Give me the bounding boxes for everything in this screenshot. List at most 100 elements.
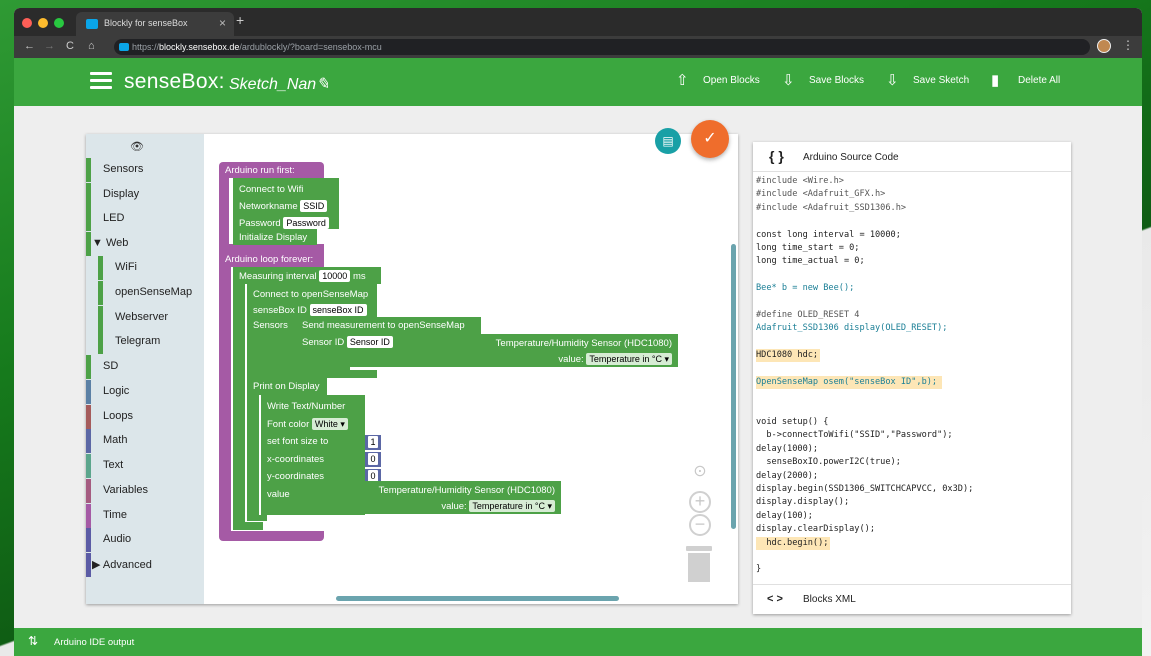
toolbox-category-loops[interactable]: Loops (86, 405, 204, 429)
font-color-dropdown[interactable]: White ▾ (311, 417, 348, 430)
toolbox-category-sd[interactable]: SD (86, 355, 204, 379)
close-window-dot[interactable] (22, 18, 32, 28)
open-blocks-label: Open Blocks (703, 75, 760, 86)
browser-menu-icon[interactable]: ⋮ (1122, 38, 1134, 52)
sensor-id-field[interactable]: Sensor ID (346, 336, 393, 348)
trash-can-icon[interactable] (686, 546, 712, 582)
block-label: Print on Display (253, 381, 320, 392)
code-line: HDC1080 hdc; (756, 349, 820, 363)
arduino-run-first-block[interactable]: Arduino run first: (219, 162, 324, 178)
interval-spine (233, 284, 245, 530)
block-label: Measuring interval (239, 271, 317, 282)
font-size-number-block[interactable]: 1 (365, 435, 381, 450)
toolbox-category-wifi[interactable]: WiFi (86, 256, 204, 280)
code-panel: { } Arduino Source Code #include <Wire.h… (753, 142, 1071, 614)
password-field[interactable]: Password (283, 217, 329, 229)
toolbox-category-led[interactable]: LED (86, 207, 204, 231)
code-panel-header[interactable]: { } Arduino Source Code (753, 142, 1071, 172)
save-sketch-label: Save Sketch (913, 75, 970, 86)
code-line: senseBoxIO.powerI2C(true); (756, 457, 901, 468)
initialize-display-block[interactable]: Initialize Display (233, 229, 317, 245)
toolbox-category-webserver[interactable]: Webserver (86, 306, 204, 330)
block-label: Temperature/Humidity Sensor (HDC1080) (495, 338, 672, 349)
write-text-block[interactable]: Write Text/Number Font color White ▾ set… (261, 395, 365, 515)
code-line: Adafruit_SSD1306 display(OLED_RESET); (756, 323, 948, 334)
connect-opensensemap-block[interactable]: Connect to openSenseMap senseBox ID sens… (247, 284, 377, 317)
toolbox-category-sensors[interactable]: Sensors (86, 158, 204, 182)
number-field[interactable]: 0 (368, 453, 378, 465)
measuring-interval-block[interactable]: Measuring interval 10000 ms (233, 267, 381, 284)
hide-toolbox-eye-icon[interactable]: 👁 (130, 140, 144, 153)
zoom-out-icon[interactable]: − (689, 514, 711, 536)
zoom-in-icon[interactable]: + (689, 491, 711, 513)
x-coordinate-number-block[interactable]: 0 (365, 452, 381, 467)
category-label: ▼ Web (92, 237, 129, 249)
code-line: #define OLED_RESET 4 (756, 309, 860, 320)
dropdown-value: White (314, 418, 338, 429)
profile-avatar[interactable] (1097, 39, 1111, 53)
blocks-xml-tab[interactable]: < > Blocks XML (753, 584, 1071, 614)
code-line: b->connectToWifi("SSID","Password"); (756, 430, 953, 441)
interval-bottom (233, 522, 263, 530)
browser-tab[interactable]: Blockly for senseBox × (76, 12, 234, 36)
category-label: LED (103, 212, 125, 224)
delete-all-button[interactable]: ▮ Delete All (991, 72, 1060, 89)
toolbox-category-audio[interactable]: Audio (86, 528, 204, 552)
category-label: Variables (103, 484, 149, 496)
hamburger-menu-icon[interactable] (90, 72, 112, 89)
toolbox-category-web[interactable]: ▼ Web (86, 232, 204, 256)
ide-output-bar[interactable]: ⇅ Arduino IDE output (14, 628, 1142, 656)
vertical-scrollbar[interactable] (731, 244, 736, 529)
toolbox-category-telegram[interactable]: Telegram (86, 330, 204, 354)
temperature-unit-dropdown-2[interactable]: Temperature in °C ▾ (469, 500, 555, 512)
ssid-field[interactable]: SSID (300, 200, 328, 212)
compile-button[interactable]: ✓ (691, 120, 729, 158)
temperature-sensor-block-2[interactable]: Temperature/Humidity Sensor (HDC1080) va… (365, 481, 561, 514)
interval-field[interactable]: 10000 (319, 270, 351, 282)
toolbox-category-math[interactable]: Math (86, 429, 204, 453)
reload-icon[interactable]: C (66, 40, 74, 52)
toolbox-category-time[interactable]: Time (86, 504, 204, 528)
open-blocks-button[interactable]: ⇧ Open Blocks (676, 72, 760, 89)
connect-wifi-block[interactable]: Connect to Wifi Networkname SSID Passwor… (233, 178, 339, 229)
block-label: value (267, 488, 290, 500)
close-tab-icon[interactable]: × (219, 16, 226, 30)
sketch-name-field[interactable]: Sketch_Nan✎ (229, 74, 330, 94)
minimize-window-dot[interactable] (38, 18, 48, 28)
send-measurement-block[interactable]: Send measurement to openSenseMap (295, 317, 481, 334)
save-sketch-button[interactable]: ⇩ Save Sketch (886, 72, 970, 89)
toolbox-category-advanced[interactable]: ▶ Advanced (86, 553, 204, 577)
toolbox-category-text[interactable]: Text (86, 454, 204, 478)
arduino-loop-forever-block[interactable]: Arduino loop forever: (219, 250, 324, 267)
app-brand: senseBox: (124, 70, 225, 93)
ide-output-label: Arduino IDE output (54, 637, 135, 648)
copy-clipboard-button[interactable]: ▤ (655, 128, 681, 154)
upload-icon: ⇧ (676, 72, 689, 89)
new-tab-icon[interactable]: + (236, 12, 244, 28)
block-label: Connect to openSenseMap (253, 289, 369, 300)
horizontal-scrollbar[interactable] (336, 596, 619, 601)
sensebox-id-field[interactable]: senseBox ID (309, 304, 367, 316)
blockly-workspace[interactable]: 👁 Sensors Display LED ▼ Web WiFi openSen… (86, 134, 738, 604)
home-icon[interactable]: ⌂ (88, 40, 95, 52)
tab-title: Blockly for senseBox (104, 18, 188, 28)
back-icon[interactable]: ← (24, 40, 35, 52)
toolbox-category-variables[interactable]: Variables (86, 479, 204, 503)
temperature-sensor-block[interactable]: Temperature/Humidity Sensor (HDC1080) va… (481, 334, 678, 367)
maximize-window-dot[interactable] (54, 18, 64, 28)
recenter-icon[interactable]: ⊙ (689, 464, 711, 486)
toolbox-category-logic[interactable]: Logic (86, 380, 204, 404)
forward-icon[interactable]: → (44, 40, 55, 52)
number-field[interactable]: 1 (368, 436, 378, 448)
block-label: Connect to Wifi (239, 184, 304, 195)
toolbox-category-display[interactable]: Display (86, 183, 204, 207)
code-line: display.begin(SSD1306_SWITCHCAPVCC, 0x3D… (756, 483, 974, 494)
toolbox-category-opensensemap[interactable]: openSenseMap (86, 281, 204, 305)
print-on-display-block[interactable]: Print on Display (247, 378, 327, 395)
save-blocks-button[interactable]: ⇩ Save Blocks (782, 72, 864, 89)
temperature-unit-dropdown[interactable]: Temperature in °C ▾ (586, 353, 672, 365)
url-field[interactable]: https://blockly.sensebox.de/ardublockly/… (114, 39, 1090, 55)
